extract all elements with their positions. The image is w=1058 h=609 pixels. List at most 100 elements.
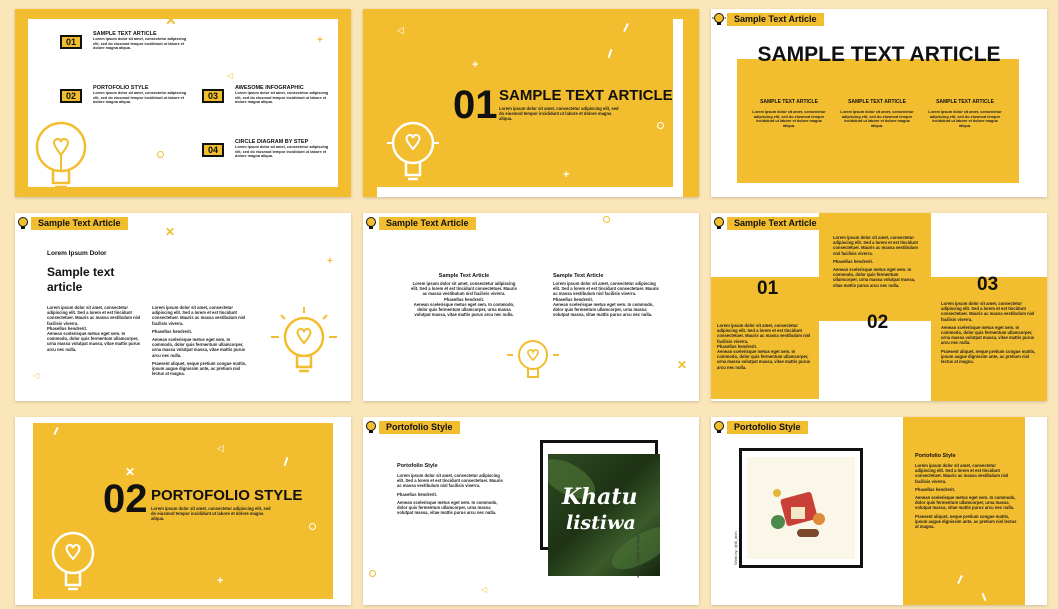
step-desc: Lorem ipsum dolor sit amet, consectetur … bbox=[717, 323, 811, 344]
lightbulb-icon bbox=[271, 307, 337, 373]
heading-line-2: article bbox=[47, 280, 83, 294]
body-text: Lorem ipsum dolor sit amet, consectetur … bbox=[152, 305, 246, 326]
body-text: Aenean scelerisque metus eget sem. In co… bbox=[47, 331, 141, 352]
slide-tag: Sample Text Article bbox=[711, 216, 824, 230]
slide-tag-label: Sample Text Article bbox=[727, 12, 824, 26]
cross-deco-icon: + bbox=[327, 256, 333, 267]
agenda-num-03: 03 bbox=[202, 89, 224, 103]
body-text: Aenean scelerisque metus eget sem. In co… bbox=[152, 337, 246, 358]
section-desc: Lorem ipsum dolor sit amet, consectetur … bbox=[499, 106, 619, 122]
kicker: Lorem Ipsum Dolor bbox=[47, 250, 107, 257]
slide-tag: Portofolio Style bbox=[363, 420, 460, 434]
slide-section-02[interactable]: 02 PORTOFOLIO STYLE Lorem ipsum dolor si… bbox=[15, 417, 351, 605]
agenda-desc-01: Lorem ipsum dolor sit amet, consectetur … bbox=[93, 37, 187, 51]
slide-tag-label: Portofolio Style bbox=[727, 420, 808, 434]
cross-deco-icon: ✕ bbox=[125, 465, 136, 479]
cross-deco-icon: + bbox=[217, 575, 224, 587]
circle-deco-icon bbox=[603, 216, 610, 223]
triangle-deco-icon: ◁ bbox=[33, 371, 40, 380]
lettering-line-1: Khatu bbox=[562, 484, 638, 510]
headline: SAMPLE TEXT ARTICLE bbox=[757, 43, 1001, 66]
cross-deco-icon: + bbox=[563, 169, 570, 181]
triangle-deco-icon: ◁ bbox=[217, 443, 224, 453]
lightbulb-icon bbox=[714, 421, 724, 433]
slide-tag-label: Sample Text Article bbox=[31, 216, 128, 230]
col-title-2: SAMPLE TEXT ARTICLE bbox=[848, 99, 906, 105]
body-text: Aenean scelerisque metus eget sem. In co… bbox=[397, 499, 498, 516]
slide-three-steps[interactable]: Sample Text Article 01 02 03 Lorem ipsum… bbox=[711, 213, 1047, 401]
cross-deco-icon: + bbox=[317, 35, 323, 46]
step-desc: Lorem ipsum dolor sit amet, consectetur … bbox=[833, 235, 918, 256]
slide-two-columns[interactable]: Sample Text Article Sample Text Article … bbox=[363, 213, 699, 401]
circle-deco-icon bbox=[657, 122, 664, 129]
body-text: Aenean scelerisque metus eget sem. In co… bbox=[553, 301, 654, 318]
portfolio-subtitle: Portofolio Style bbox=[397, 463, 438, 469]
slide-tag: Sample Text Article bbox=[711, 12, 824, 26]
lightbulb-icon bbox=[712, 13, 726, 25]
lightbulb-icon bbox=[51, 531, 95, 591]
circle-deco-icon bbox=[369, 570, 376, 577]
lightbulb-icon bbox=[507, 340, 559, 378]
cross-deco-icon: + bbox=[472, 59, 479, 71]
image-credit: Work by: @ill_arch bbox=[733, 531, 738, 565]
triangle-deco-icon: ◁ bbox=[397, 25, 404, 35]
slide-agenda[interactable]: 01 SAMPLE TEXT ARTICLE Lorem ipsum dolor… bbox=[15, 9, 351, 197]
col-desc-3: Lorem ipsum dolor sit amet, consectetur … bbox=[928, 110, 1002, 128]
body-text: Lorem ipsum dolor sit amet, consectetur … bbox=[47, 305, 141, 326]
agenda-num-02: 02 bbox=[60, 89, 82, 103]
body-text: Aenean scelerisque metus eget sem. In co… bbox=[915, 495, 1016, 511]
step-desc: Lorem ipsum dolor sit amet, consectetur … bbox=[941, 301, 1035, 322]
slide-portfolio-lettering[interactable]: Portofolio Style Portofolio Style Lorem … bbox=[363, 417, 699, 605]
slide-tag-label: Portofolio Style bbox=[379, 420, 460, 434]
col-title-b: Sample Text Article bbox=[553, 273, 604, 279]
triangle-deco-icon: ◁ bbox=[227, 71, 234, 80]
cross-deco-icon: ✕ bbox=[165, 12, 177, 28]
lettering-artwork: Khatu listiwa bbox=[548, 454, 660, 576]
body-text: Phasellus hendrerit. bbox=[397, 491, 438, 497]
col-desc-2: Lorem ipsum dolor sit amet, consectetur … bbox=[840, 110, 914, 128]
body-text: Lorem ipsum dolor sit amet, consectetur … bbox=[397, 473, 503, 489]
lettering-line-2: listiwa bbox=[566, 512, 636, 534]
step-desc: Aenean scelerisque metus eget sem. In co… bbox=[941, 324, 1035, 346]
lightbulb-icon bbox=[366, 421, 376, 433]
triangle-deco-icon: ◁ bbox=[481, 585, 488, 594]
lightbulb-icon bbox=[35, 121, 87, 189]
agenda-desc-02: Lorem ipsum dolor sit amet, consectetur … bbox=[93, 91, 187, 105]
slide-section-01[interactable]: 01 SAMPLE TEXT ARTICLE Lorem ipsum dolor… bbox=[363, 9, 699, 197]
agenda-num-01: 01 bbox=[60, 35, 82, 49]
step-desc: Aenean scelerisque metus eget sem. In co… bbox=[717, 349, 811, 370]
col-title-3: SAMPLE TEXT ARTICLE bbox=[936, 99, 994, 105]
section-number: 02 bbox=[103, 477, 148, 521]
body-text: Phasellus hendrerit. bbox=[152, 328, 193, 334]
agenda-desc-03: Lorem ipsum dolor sit amet, consectetur … bbox=[235, 91, 329, 105]
lightbulb-icon bbox=[18, 217, 28, 229]
section-title: PORTOFOLIO STYLE bbox=[151, 487, 303, 504]
cross-deco-icon: ✕ bbox=[165, 225, 176, 239]
step-desc: Praesent aliquet, neque pretium congue m… bbox=[941, 348, 1036, 365]
circle-deco-icon bbox=[309, 523, 316, 530]
section-desc: Lorem ipsum dolor sit amet, consectetur … bbox=[151, 506, 271, 522]
body-text: Lorem ipsum dolor sit amet, consectetur … bbox=[915, 463, 1009, 484]
step-desc: Aenean scelerisque metus eget sem. In co… bbox=[833, 267, 916, 288]
step-desc: Phasellus hendrerit. bbox=[833, 258, 874, 264]
image-credit: Work by: Instiv / Sample bbox=[636, 535, 641, 579]
circle-deco-icon bbox=[157, 151, 164, 158]
slide-sample-text-article-2[interactable]: Sample Text Article Lorem Ipsum Dolor Sa… bbox=[15, 213, 351, 401]
agenda-num-04: 04 bbox=[202, 143, 224, 157]
body-text: Aenean scelerisque metus eget sem. In co… bbox=[413, 301, 515, 318]
col-title-a: Sample Text Article bbox=[438, 273, 490, 279]
step-num-03: 03 bbox=[977, 274, 999, 295]
slide-tag: Portofolio Style bbox=[711, 420, 808, 434]
slide-tag: Sample Text Article bbox=[363, 216, 476, 230]
slide-portfolio-illustration[interactable]: Portofolio Style Work by: @ill_arch Port… bbox=[711, 417, 1047, 605]
body-text: Lorem ipsum dolor sit amet, consectetur … bbox=[553, 281, 659, 297]
slide-tag-label: Sample Text Article bbox=[727, 216, 824, 230]
heading-line-1: Sample text bbox=[47, 265, 115, 279]
body-text: Praesent aliquet, neque pretium congue m… bbox=[915, 513, 1017, 530]
body-text: Lorem ipsum dolor sit amet, consectetur … bbox=[411, 281, 517, 297]
col-desc-1: Lorem ipsum dolor sit amet, consectetur … bbox=[752, 110, 826, 128]
step-num-02: 02 bbox=[867, 312, 889, 333]
slide-sample-text-article[interactable]: Sample Text Article SAMPLE TEXT ARTICLE … bbox=[711, 9, 1047, 197]
lightbulb-icon bbox=[387, 121, 439, 181]
body-text: Phasellus hendrerit. bbox=[915, 486, 956, 492]
